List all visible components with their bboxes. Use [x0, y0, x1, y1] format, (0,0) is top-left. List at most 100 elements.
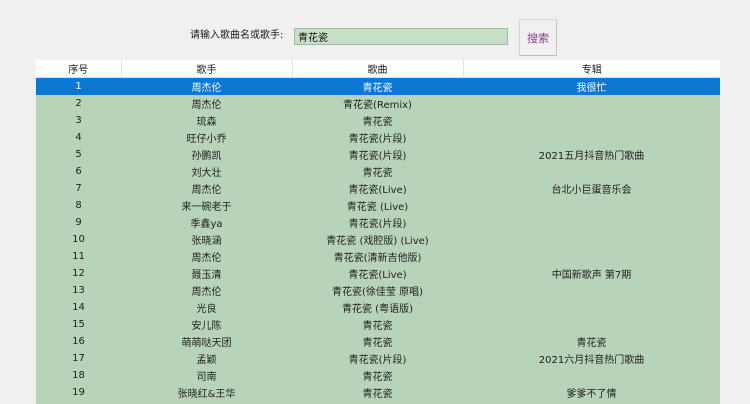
music-search-window: { "search": { "label": "请输入歌曲名或歌手:", "va…	[0, 0, 750, 404]
table-row[interactable]: 6 刘大壮 青花瓷	[36, 163, 720, 180]
cell-singer: 旺仔小乔	[186, 134, 227, 145]
cell-index: 12	[72, 268, 85, 279]
cell-singer: 刘大壮	[191, 168, 222, 179]
table-row[interactable]: 14 光良 青花瓷 (粤语版)	[36, 299, 720, 316]
cell-singer: 周杰伦	[191, 287, 222, 298]
column-header-album[interactable]: 专辑	[463, 60, 720, 78]
cell-album	[463, 282, 720, 299]
cell-index: 5	[75, 149, 82, 160]
cell-singer: 张晓涵	[191, 236, 222, 247]
table-row[interactable]: 4 旺仔小乔 青花瓷(片段)	[36, 129, 720, 146]
table-row[interactable]: 8 来一碗老于 青花瓷 (Live)	[36, 197, 720, 214]
cell-song: 青花瓷 (戏腔版) (Live)	[326, 236, 429, 247]
table-row[interactable]: 19 张晓红&王华 青花瓷 爹爹不了情	[36, 384, 720, 401]
cell-album: 青花瓷	[576, 338, 607, 349]
search-button[interactable]: 搜索	[519, 19, 557, 56]
table-row[interactable]: 13 周杰伦 青花瓷(徐佳莹 原唱)	[36, 282, 720, 299]
cell-singer: 孟颖	[196, 355, 217, 366]
cell-singer: 周杰伦	[191, 253, 222, 264]
cell-song: 青花瓷	[362, 372, 393, 383]
cell-singer: 周杰伦	[191, 100, 222, 111]
table-row[interactable]: 11 周杰伦 青花瓷(清新吉他版)	[36, 248, 720, 265]
cell-song: 青花瓷	[292, 77, 463, 95]
cell-index: 10	[72, 234, 85, 245]
table-row[interactable]: 7 周杰伦 青花瓷(Live) 台北小巨蛋音乐会	[36, 180, 720, 197]
table-row[interactable]: 10 张晓涵 青花瓷 (戏腔版) (Live)	[36, 231, 720, 248]
cell-singer: 孙鹏凯	[191, 151, 222, 162]
cell-album: 中国新歌声 第7期	[551, 270, 632, 281]
cell-song: 青花瓷(片段)	[348, 151, 407, 162]
table-row[interactable]: 2 周杰伦 青花瓷(Remix)	[36, 95, 720, 112]
cell-index: 1	[36, 77, 121, 95]
table-row[interactable]: 5 孙鹏凯 青花瓷(片段) 2021五月抖音热门歌曲	[36, 146, 720, 163]
cell-song: 青花瓷	[362, 389, 393, 400]
column-header-song[interactable]: 歌曲	[292, 60, 464, 78]
cell-song: 青花瓷	[362, 168, 393, 179]
cell-singer: 司南	[196, 372, 217, 383]
cell-song: 青花瓷(片段)	[348, 355, 407, 366]
table-row[interactable]: 15 安儿陈 青花瓷	[36, 316, 720, 333]
table-row[interactable]: 3 琉森 青花瓷	[36, 112, 720, 129]
cell-index: 3	[75, 115, 82, 126]
cell-album: 台北小巨蛋音乐会	[551, 185, 632, 196]
table-header-row: 序号 歌手 歌曲 专辑	[36, 60, 720, 78]
cell-singer: 光良	[196, 304, 217, 315]
cell-song: 青花瓷(片段)	[348, 219, 407, 230]
cell-album	[463, 163, 720, 180]
cell-index: 11	[72, 251, 85, 262]
cell-index: 13	[72, 285, 85, 296]
cell-index: 19	[72, 387, 85, 398]
cell-index: 7	[75, 183, 82, 194]
cell-album	[463, 197, 720, 214]
search-input[interactable]	[294, 28, 508, 45]
cell-song: 青花瓷 (粤语版)	[342, 304, 413, 315]
cell-index: 6	[75, 166, 82, 177]
cell-album	[463, 112, 720, 129]
cell-singer: 萌萌哒天团	[181, 338, 232, 349]
cell-album	[463, 316, 720, 333]
cell-index: 9	[75, 217, 82, 228]
column-header-singer[interactable]: 歌手	[121, 60, 293, 78]
cell-album: 2021六月抖音热门歌曲	[538, 355, 645, 366]
cell-song: 青花瓷	[362, 338, 393, 349]
cell-song: 青花瓷(Live)	[348, 185, 407, 196]
cell-album	[463, 129, 720, 146]
cell-singer: 来一碗老于	[181, 202, 232, 213]
cell-album	[463, 299, 720, 316]
cell-song: 青花瓷(Live)	[348, 270, 407, 281]
cell-singer: 聂玉清	[191, 270, 222, 281]
cell-index: 17	[72, 353, 85, 364]
column-header-index[interactable]: 序号	[36, 60, 122, 78]
table-row[interactable]: 9 季鑫ya 青花瓷(片段)	[36, 214, 720, 231]
cell-index: 18	[72, 370, 85, 381]
cell-index: 4	[75, 132, 82, 143]
cell-singer: 季鑫ya	[190, 219, 223, 230]
cell-album: 我很忙	[463, 77, 720, 95]
cell-album	[463, 214, 720, 231]
cell-singer: 周杰伦	[191, 185, 222, 196]
results-table[interactable]: 序号 歌手 歌曲 专辑 1 周杰伦 青花瓷 我很忙 2 周杰伦 青花瓷(Remix) 3 琉森青…	[36, 60, 720, 404]
cell-album	[463, 248, 720, 265]
cell-album: 爹爹不了情	[566, 389, 617, 400]
table-row[interactable]: 1 周杰伦 青花瓷 我很忙	[36, 77, 720, 95]
cell-singer: 周杰伦	[121, 77, 292, 95]
search-label: 请输入歌曲名或歌手:	[190, 30, 284, 41]
table-row[interactable]: 18 司南 青花瓷	[36, 367, 720, 384]
cell-index: 15	[72, 319, 85, 330]
cell-song: 青花瓷(徐佳莹 原唱)	[332, 287, 423, 298]
cell-song: 青花瓷 (Live)	[346, 202, 409, 213]
cell-song: 青花瓷	[362, 321, 393, 332]
cell-singer: 张晓红&王华	[177, 389, 236, 400]
table-row[interactable]: 17 孟颖 青花瓷(片段) 2021六月抖音热门歌曲	[36, 350, 720, 367]
table-row[interactable]: 16 萌萌哒天团 青花瓷 青花瓷	[36, 333, 720, 350]
cell-index: 14	[72, 302, 85, 313]
cell-album	[463, 231, 720, 248]
cell-album	[463, 367, 720, 384]
table-row[interactable]: 12 聂玉清 青花瓷(Live) 中国新歌声 第7期	[36, 265, 720, 282]
cell-album	[463, 95, 720, 112]
cell-singer: 安儿陈	[191, 321, 222, 332]
cell-singer: 琉森	[196, 117, 217, 128]
cell-song: 青花瓷	[362, 117, 393, 128]
cell-index: 8	[75, 200, 82, 211]
cell-song: 青花瓷(片段)	[348, 134, 407, 145]
